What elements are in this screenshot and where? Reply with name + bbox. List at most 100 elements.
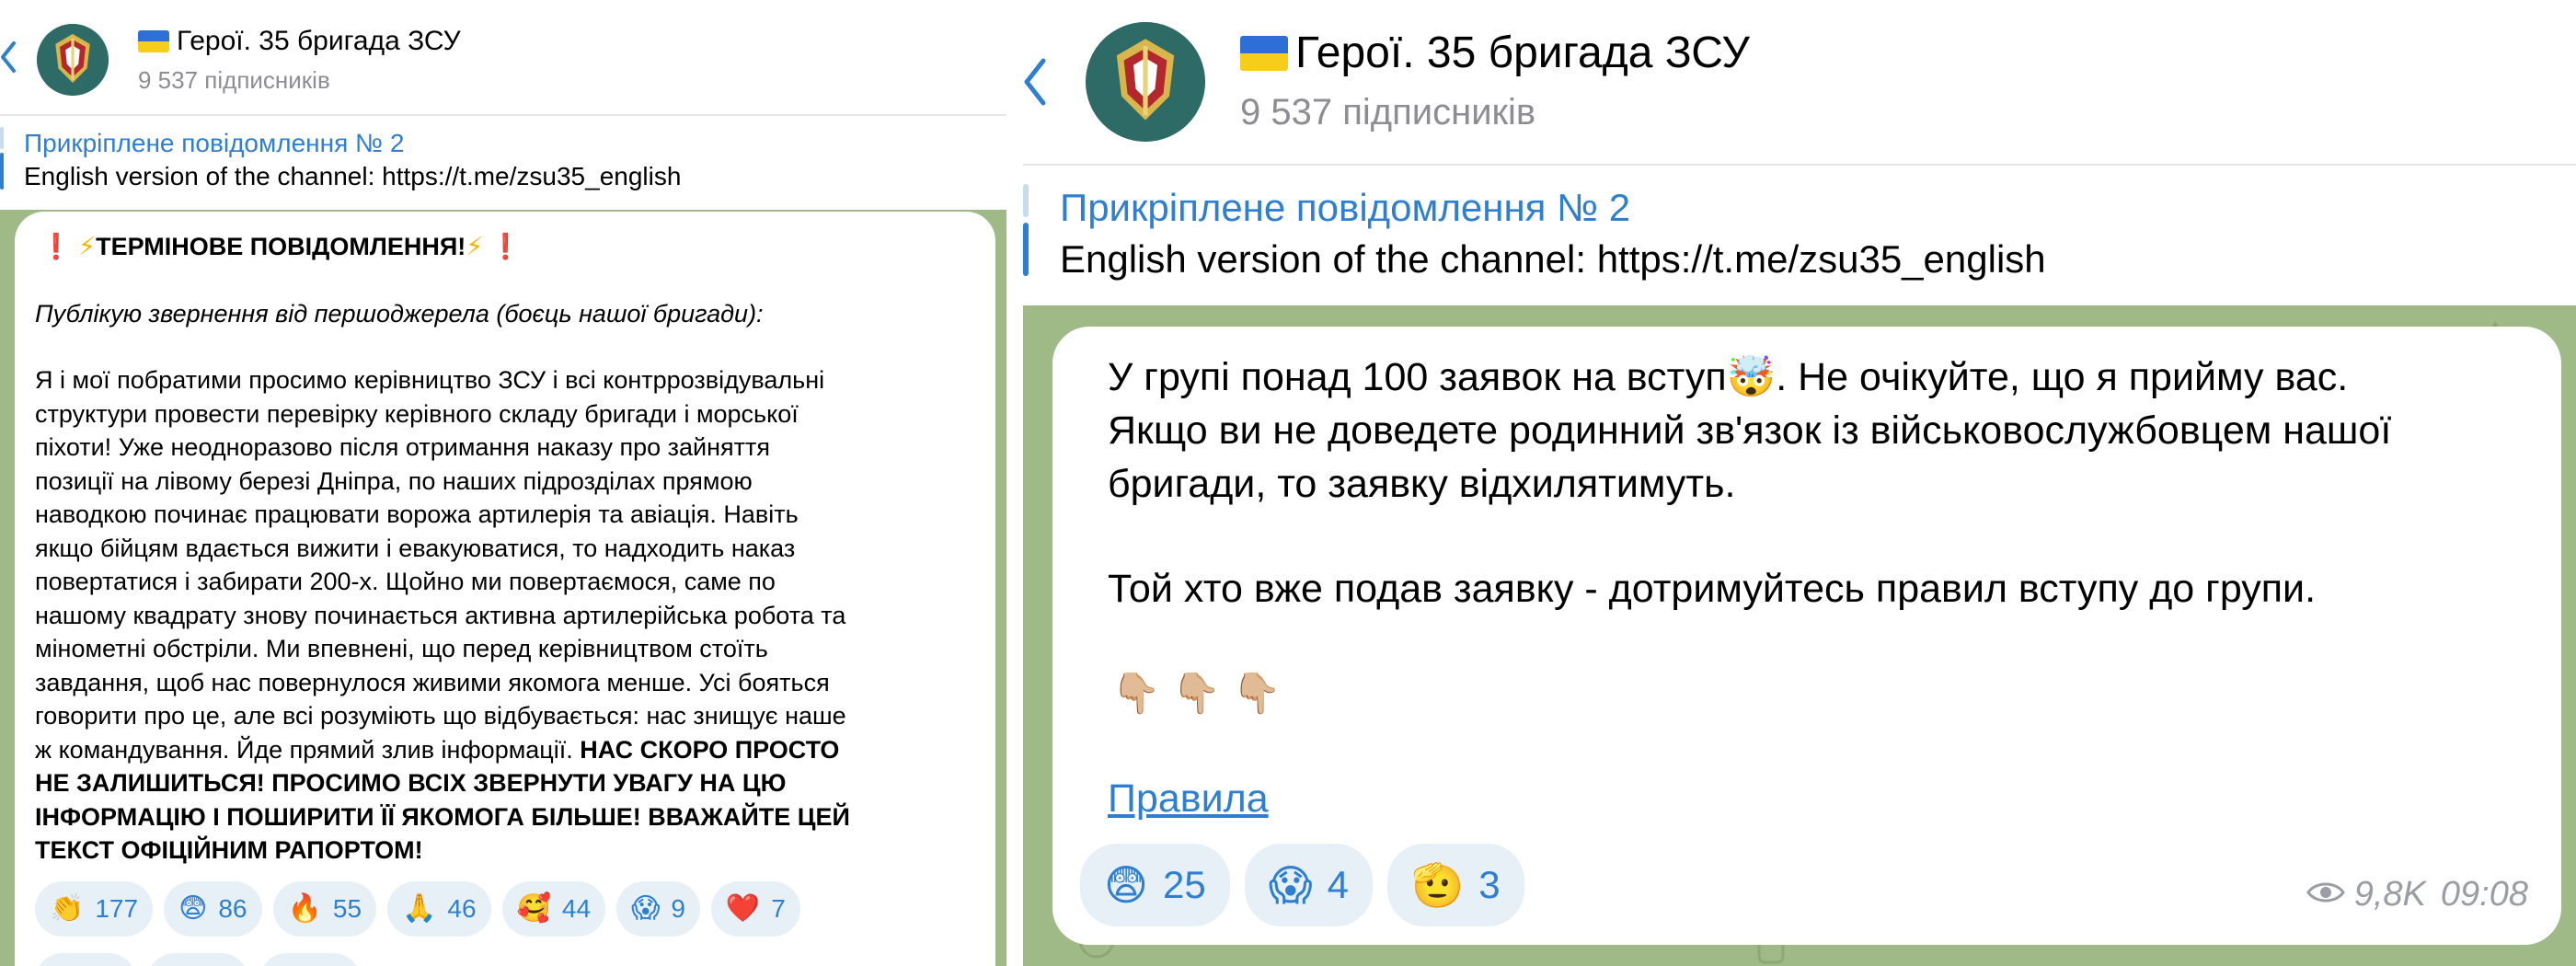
reaction-chip[interactable]: ❤️ 7 bbox=[710, 881, 800, 937]
screaming-face-icon: 😱 bbox=[631, 892, 661, 924]
channel-header: Герої. 35 бригада ЗСУ 9 537 підписників bbox=[0, 0, 1006, 116]
reaction-count: 3 bbox=[1478, 863, 1501, 906]
saluting-face-icon: 🫡 bbox=[1411, 861, 1465, 909]
message-line: структури провести перевірку керівного с… bbox=[35, 399, 799, 428]
message-line: якщо бійцям вдається вижити і евакуювати… bbox=[35, 534, 796, 562]
channel-name: Герої. 35 бригада ЗСУ bbox=[177, 26, 461, 56]
reaction-count: 46 bbox=[447, 893, 477, 923]
reactions-row-overflow bbox=[35, 953, 361, 966]
pointing-down-icon: 👇🏼 bbox=[1111, 672, 1161, 716]
pinned-title: Прикріплене повідомлення № 2 bbox=[1060, 186, 1631, 229]
reactions-row: 😨 25 😱 4 🫡 3 bbox=[1080, 844, 1524, 926]
reaction-chip[interactable] bbox=[35, 953, 136, 966]
message-line-bold: ІНФОРМАЦІЮ І ПОШИРИТИ ЇЇ ЯКОМОГА БІЛЬШЕ!… bbox=[35, 802, 850, 831]
red-exclamation-icon: ❗ bbox=[489, 233, 522, 260]
lightning-icon: ⚡ bbox=[466, 233, 484, 260]
message-line: Якщо ви не доведете родинний зв'язок із … bbox=[1108, 408, 2392, 453]
reaction-count: 7 bbox=[771, 893, 786, 923]
channel-header: Герої. 35 бригада ЗСУ 9 537 підписників bbox=[1023, 0, 2576, 166]
pointing-down-icon: 👇🏼 bbox=[1171, 672, 1222, 716]
reaction-chip[interactable]: 👏 177 bbox=[35, 881, 154, 937]
channel-avatar[interactable] bbox=[37, 24, 109, 96]
view-count: 9,8K bbox=[2353, 875, 2426, 914]
pinned-text: English version of the channel: https://… bbox=[24, 162, 682, 190]
back-chevron-icon[interactable] bbox=[1023, 57, 1047, 107]
rules-link[interactable]: Правила bbox=[1108, 776, 1269, 821]
reaction-count: 4 bbox=[1327, 863, 1350, 906]
message-line-bold: ТЕКСТ ОФІЦІЙНИМ РАПОРТОМ! bbox=[35, 836, 423, 864]
reaction-chip[interactable]: 😱 9 bbox=[616, 881, 700, 937]
message-headline: ❗ ⚡ТЕРМІНОВЕ ПОВІДОМЛЕННЯ!⚡ ❗ bbox=[40, 233, 522, 260]
message-line: бригади, то заявку відхилятимуть. bbox=[1108, 462, 1736, 506]
reaction-chip[interactable]: 🥰 44 bbox=[501, 881, 606, 937]
message-line: ж командування. Йде прямий злив інформац… bbox=[35, 735, 840, 764]
pin-indicator-light bbox=[1023, 184, 1029, 217]
ukraine-flag-icon bbox=[1240, 35, 1288, 71]
panel-divider bbox=[1006, 0, 1023, 966]
pin-indicator bbox=[1023, 223, 1029, 276]
message-time: 09:08 bbox=[2440, 875, 2528, 914]
eye-icon bbox=[2306, 868, 2345, 921]
clapping-hands-icon: 👏 bbox=[50, 892, 85, 924]
reaction-count: 25 bbox=[1162, 863, 1206, 906]
subscriber-count: 9 537 підписників bbox=[138, 66, 330, 94]
pinned-message[interactable]: Прикріплене повідомлення № 2 English ver… bbox=[1023, 167, 2576, 305]
pointing-emojis: 👇🏼 👇🏼 👇🏼 bbox=[1111, 667, 2534, 720]
pinned-text: English version of the channel: https://… bbox=[1060, 237, 2046, 281]
reaction-chip[interactable]: 😱 4 bbox=[1244, 844, 1374, 926]
reaction-chip[interactable]: 🙏 46 bbox=[387, 881, 491, 937]
folded-hands-icon: 🙏 bbox=[402, 892, 437, 924]
left-screenshot: Герої. 35 бригада ЗСУ 9 537 підписників … bbox=[0, 0, 1006, 966]
pinned-message[interactable]: Прикріплене повідомлення № 2 English ver… bbox=[0, 118, 1006, 210]
channel-name: Герої. 35 бригада ЗСУ bbox=[1295, 29, 1750, 77]
reaction-chip[interactable] bbox=[147, 953, 248, 966]
exploding-head-icon: 🤯 bbox=[1726, 355, 1777, 399]
channel-title[interactable]: Герої. 35 бригада ЗСУ bbox=[138, 26, 461, 57]
channel-title[interactable]: Герої. 35 бригада ЗСУ bbox=[1240, 28, 1750, 78]
pin-indicator bbox=[0, 153, 4, 190]
reaction-count: 86 bbox=[218, 893, 247, 923]
smiling-hearts-face-icon: 🥰 bbox=[516, 892, 551, 924]
reaction-count: 55 bbox=[332, 893, 362, 923]
message-line: мінометні обстріли. Ми впевнені, що пере… bbox=[35, 635, 768, 662]
reaction-count: 44 bbox=[561, 893, 592, 923]
message-line-bold: НЕ ЗАЛИШИТЬСЯ! ПРОСИМО ВСІХ ЗВЕРНУТИ УВА… bbox=[35, 769, 787, 797]
right-screenshot: Герої. 35 бригада ЗСУ 9 537 підписників … bbox=[1023, 0, 2576, 966]
pinned-title: Прикріплене повідомлення № 2 bbox=[24, 129, 405, 157]
message-meta: 9,8K 09:08 bbox=[2306, 868, 2528, 921]
message-line: Я і мої побратими просимо керівництво ЗС… bbox=[35, 366, 825, 394]
ukraine-flag-icon bbox=[138, 30, 169, 52]
pin-indicator-light bbox=[0, 127, 4, 149]
message-intro: Публікую звернення від першоджерела (боє… bbox=[35, 299, 764, 328]
subscriber-count: 9 537 підписників bbox=[1240, 92, 1536, 132]
message-line: піхоти! Уже неодноразово після отримання… bbox=[35, 433, 770, 461]
reaction-chip[interactable]: 🔥 55 bbox=[272, 881, 377, 937]
red-exclamation-icon: ❗ bbox=[40, 233, 72, 260]
reaction-count: 177 bbox=[95, 893, 139, 923]
channel-avatar[interactable] bbox=[1086, 22, 1205, 142]
reaction-chip[interactable]: 😨 86 bbox=[164, 881, 262, 937]
reaction-chip[interactable]: 🫡 3 bbox=[1387, 844, 1524, 926]
message-line: нашому квадрату знову починається активн… bbox=[35, 601, 846, 629]
fearful-face-icon: 😨 bbox=[1104, 861, 1148, 909]
message-bubble[interactable]: У групі понад 100 заявок на вступ🤯. Не о… bbox=[1052, 327, 2561, 945]
reaction-chip[interactable]: 😨 25 bbox=[1080, 844, 1230, 926]
red-heart-icon: ❤️ bbox=[725, 892, 761, 924]
lightning-icon: ⚡ bbox=[78, 233, 97, 260]
reactions-row: 👏 177 😨 86 🔥 55 🙏 46 🥰 44 😱 9 ❤️ 7 bbox=[35, 881, 800, 937]
message-line: позиції на лівому березі Дніпра, по наши… bbox=[35, 466, 753, 495]
message-bubble[interactable]: ❗ ⚡ТЕРМІНОВЕ ПОВІДОМЛЕННЯ!⚡ ❗ Публікую з… bbox=[15, 212, 995, 966]
message-line: завдання, щоб нас повернулося живими яко… bbox=[35, 668, 830, 696]
message-line: Той хто вже подав заявку - дотримуйтесь … bbox=[1108, 567, 2317, 611]
fearful-face-icon: 😨 bbox=[178, 892, 208, 924]
screaming-face-icon: 😱 bbox=[1268, 861, 1313, 909]
reaction-chip[interactable] bbox=[259, 953, 361, 966]
message-line: повертатися і забирати 200-х. Щойно ми п… bbox=[35, 568, 776, 595]
reaction-count: 9 bbox=[671, 893, 685, 923]
message-line: говорити про це, але всі розуміють що ві… bbox=[35, 702, 846, 730]
back-chevron-icon[interactable] bbox=[0, 40, 17, 74]
pointing-down-icon: 👇🏼 bbox=[1232, 672, 1282, 716]
message-line: У групі понад 100 заявок на вступ🤯. Не о… bbox=[1108, 355, 2349, 399]
fire-icon: 🔥 bbox=[287, 892, 322, 924]
message-line: наводкою починає працювати ворожа артиле… bbox=[35, 500, 799, 528]
